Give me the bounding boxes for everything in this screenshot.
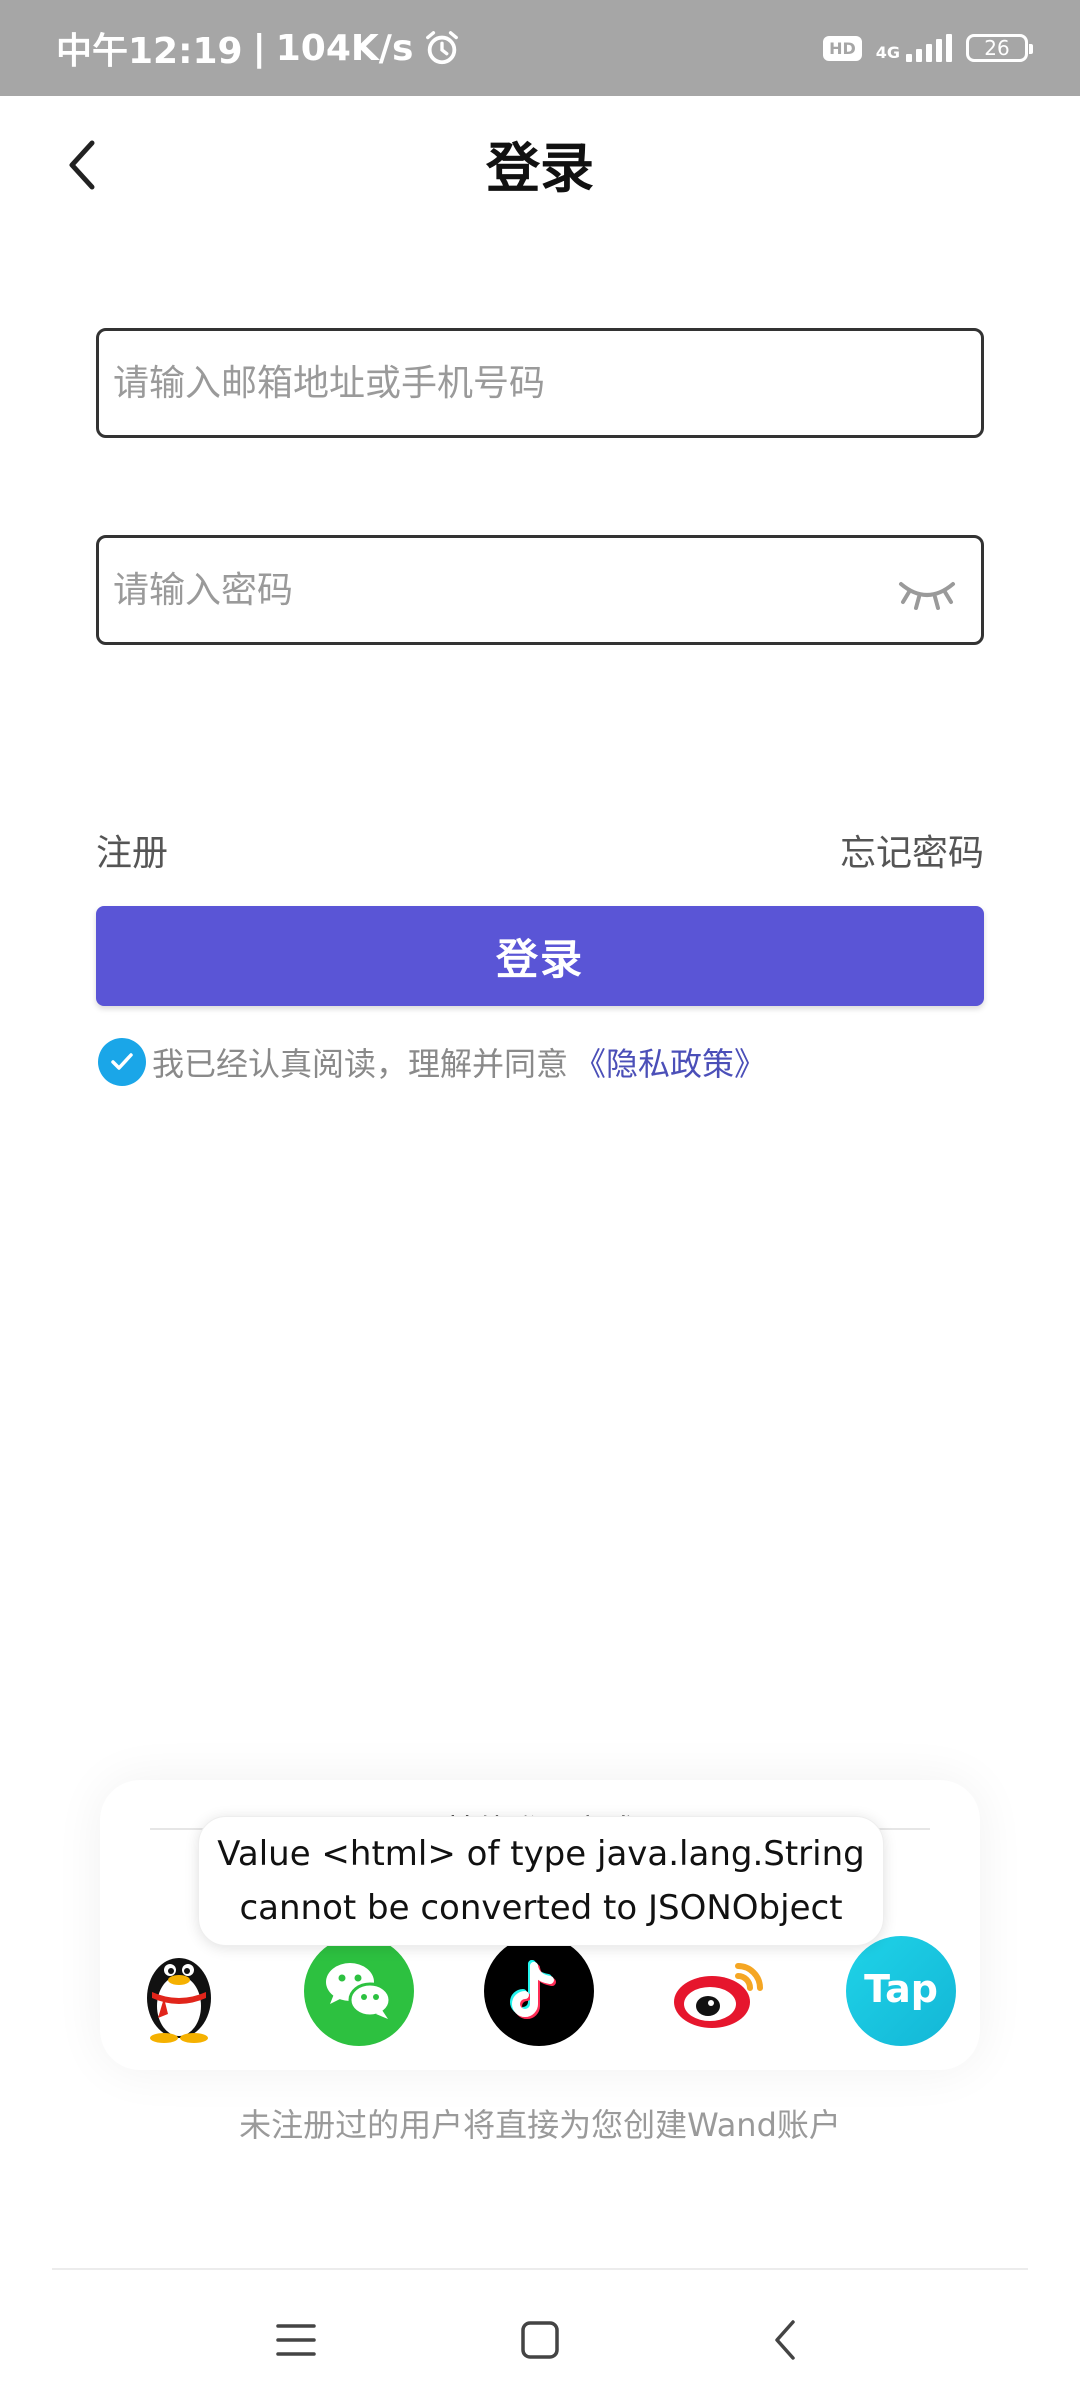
menu-nav-button[interactable] xyxy=(256,2300,336,2380)
login-button[interactable]: 登录 xyxy=(96,906,984,1006)
svg-text:Tap: Tap xyxy=(864,1967,938,2011)
password-input[interactable] xyxy=(99,538,873,642)
back-triangle-icon xyxy=(775,2320,795,2360)
weibo-login-button[interactable] xyxy=(666,1936,776,2046)
home-nav-button[interactable] xyxy=(500,2300,580,2380)
password-input-box xyxy=(96,535,984,645)
back-nav-button[interactable] xyxy=(744,2300,824,2380)
register-link[interactable]: 注册 xyxy=(96,824,168,876)
weibo-icon xyxy=(674,1963,763,2028)
battery-icon: 26 xyxy=(966,34,1033,62)
page-title: 登录 xyxy=(486,137,594,200)
account-input[interactable] xyxy=(99,331,873,435)
eye-closed-icon[interactable] xyxy=(897,572,957,612)
signal-icon: 4G xyxy=(876,34,952,62)
error-toast: Value <html> of type java.lang.String ca… xyxy=(198,1816,884,1946)
status-separator: | xyxy=(252,27,266,69)
forgot-password-link[interactable]: 忘记密码 xyxy=(840,824,984,876)
battery-level: 26 xyxy=(984,36,1010,60)
alarm-icon xyxy=(426,31,459,65)
status-left: 中午12:19 | 104K/s xyxy=(56,0,461,96)
nav-divider xyxy=(52,2268,1028,2270)
tiktok-icon xyxy=(484,1936,594,2046)
wechat-login-button[interactable] xyxy=(304,1936,414,2046)
agreement-row: 我已经认真阅读，理解并同意 《隐私政策》 xyxy=(98,1038,766,1086)
status-time: 中午12:19 xyxy=(56,31,243,72)
home-square-icon xyxy=(521,2321,559,2359)
tiktok-login-button[interactable] xyxy=(484,1936,594,2046)
toast-line-2: cannot be converted to JSONObject xyxy=(239,1888,843,1928)
qq-icon xyxy=(147,1958,211,2043)
menu-icon xyxy=(276,2324,316,2356)
toast-line-1: Value <html> of type java.lang.String xyxy=(217,1834,865,1874)
register-notice: 未注册过的用户将直接为您创建Wand账户 xyxy=(239,2106,841,2144)
check-icon[interactable] xyxy=(98,1038,146,1086)
status-right: HD 4G 26 xyxy=(823,0,1033,96)
qq-login-button[interactable] xyxy=(124,1936,234,2046)
taptap-login-button[interactable]: Tap xyxy=(846,1936,956,2046)
status-speed: 104K/s xyxy=(275,27,414,69)
agreement-text: 我已经认真阅读，理解并同意 xyxy=(152,1045,569,1083)
taptap-icon: Tap xyxy=(846,1936,956,2046)
wechat-icon xyxy=(304,1936,414,2046)
hd-badge: HD xyxy=(823,35,862,61)
account-input-box xyxy=(96,328,984,438)
privacy-policy-link[interactable]: 《隐私政策》 xyxy=(574,1039,766,1085)
network-label: 4G xyxy=(875,43,900,62)
